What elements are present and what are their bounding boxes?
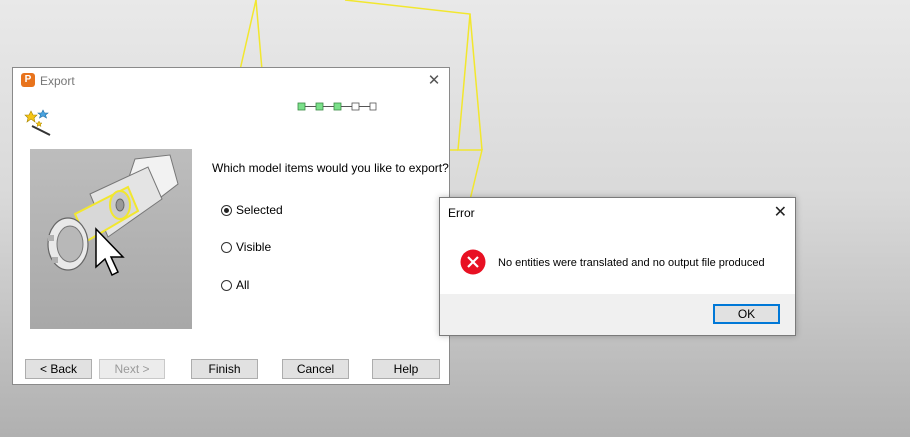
close-icon[interactable]: ✕ <box>774 202 787 222</box>
error-icon <box>460 249 486 275</box>
dialog-title: Export <box>40 74 75 88</box>
back-button[interactable]: < Back <box>25 359 92 379</box>
wizard-progress-indicator <box>297 102 377 111</box>
error-message: No entities were translated and no outpu… <box>498 257 765 269</box>
radio-all[interactable] <box>221 279 232 291</box>
option-label: Visible <box>236 240 272 254</box>
close-icon[interactable]: ✕ <box>425 72 443 90</box>
option-selected[interactable]: Selected <box>221 203 283 217</box>
app-logo-icon: P <box>21 73 35 87</box>
error-dialog-footer: OK <box>440 294 795 335</box>
help-button[interactable]: Help <box>372 359 440 379</box>
option-all[interactable]: All <box>221 278 249 292</box>
export-dialog: P Export ✕ Which model items would you l… <box>12 67 450 385</box>
title-bar[interactable]: P Export ✕ <box>13 68 449 94</box>
next-button[interactable]: Next > <box>99 359 165 379</box>
part-selection-illustration <box>47 154 179 277</box>
finish-button[interactable]: Finish <box>191 359 258 379</box>
option-label: All <box>236 278 250 292</box>
wizard-wand-icon <box>24 109 51 136</box>
ok-button[interactable]: OK <box>713 304 780 324</box>
option-label: Selected <box>236 203 283 217</box>
error-dialog-title: Error <box>448 206 475 220</box>
radio-selected[interactable] <box>221 204 232 216</box>
radio-visible[interactable] <box>221 241 232 253</box>
error-dialog: Error ✕ No entities were translated and … <box>439 197 796 336</box>
export-question: Which model items would you like to expo… <box>212 161 449 175</box>
cancel-button[interactable]: Cancel <box>282 359 349 379</box>
option-visible[interactable]: Visible <box>221 240 271 254</box>
wizard-preview-image <box>30 149 192 329</box>
